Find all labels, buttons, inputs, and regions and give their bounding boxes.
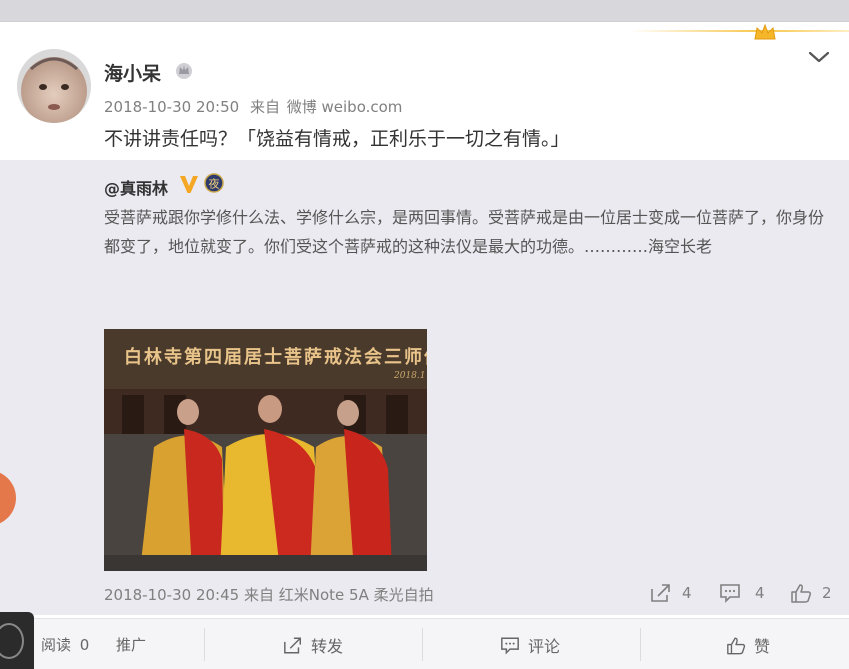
like-label: 赞 [754,637,771,656]
post-text: 不讲讲责任吗？「饶益有情戒，正利乐于一切之有情。」 [104,128,570,150]
repost-source-prefix: 来自 [243,586,274,604]
repost-author[interactable]: @真雨林 [104,175,168,199]
repost-comment-action[interactable]: 4 [719,580,765,606]
post-source[interactable]: 微博 weibo.com [287,98,403,116]
photo-year: 2018.1 [394,371,426,381]
share-count: 4 [682,584,692,602]
verified-v-icon [180,176,198,193]
footer-divider [422,628,423,661]
repost-timestamp[interactable]: 2018-10-30 20:45 [104,586,239,604]
repost-text: 受菩萨戒跟你学修什么法、学修什么宗，是两回事情。受菩萨戒是由一位居士变成一位菩萨… [104,208,825,256]
promote-button[interactable]: 推广 [116,634,146,655]
repost-photo[interactable]: 白林寺第四届居士菩萨戒法会三师像 2018.1 [104,329,427,571]
crown-icon [754,23,776,40]
like-count: 2 [822,584,832,602]
read-label: 阅读 [41,636,72,654]
forward-icon [284,637,301,653]
repost-share-action[interactable]: 4 [650,580,692,606]
post-username[interactable]: 海小呆 [104,59,161,86]
share-icon [651,584,670,602]
forward-button[interactable]: 转发 [283,634,343,656]
comment-icon [720,584,740,603]
read-number: 0 [79,636,90,654]
photo-caption: 白林寺第四届居士菩萨戒法会三师像 [124,347,427,368]
read-count: 阅读 0 [41,634,89,655]
svg-text:夜: 夜 [209,177,220,191]
footer-divider [640,628,641,661]
footer-divider [204,628,205,661]
post-timestamp[interactable]: 2018-10-30 20:50 [104,98,239,116]
night-badge-icon: 夜 [204,173,224,193]
avatar[interactable] [17,49,91,123]
vip-gold-line [630,30,849,32]
comment-button[interactable]: 评论 [500,634,560,656]
comment-count: 4 [755,584,765,602]
repost-source[interactable]: 红米Note 5A 柔光自拍 [279,586,434,604]
comment-label: 评论 [528,637,561,656]
top-bar [0,0,849,22]
like-button[interactable]: 赞 [726,634,770,656]
comment-icon [501,637,519,655]
forward-label: 转发 [311,637,344,656]
repost-meta: 2018-10-30 20:45 来自 红米Note 5A 柔光自拍 [104,584,434,605]
post-meta: 2018-10-30 20:50 来自 微博 weibo.com [104,96,408,117]
thumbs-up-icon [727,637,746,654]
thumbs-up-icon [791,584,812,603]
post-source-prefix: 来自 [249,98,280,116]
member-badge-icon [176,63,192,79]
repost-like-action[interactable]: 2 [790,580,832,606]
chevron-down-icon[interactable] [806,46,832,68]
